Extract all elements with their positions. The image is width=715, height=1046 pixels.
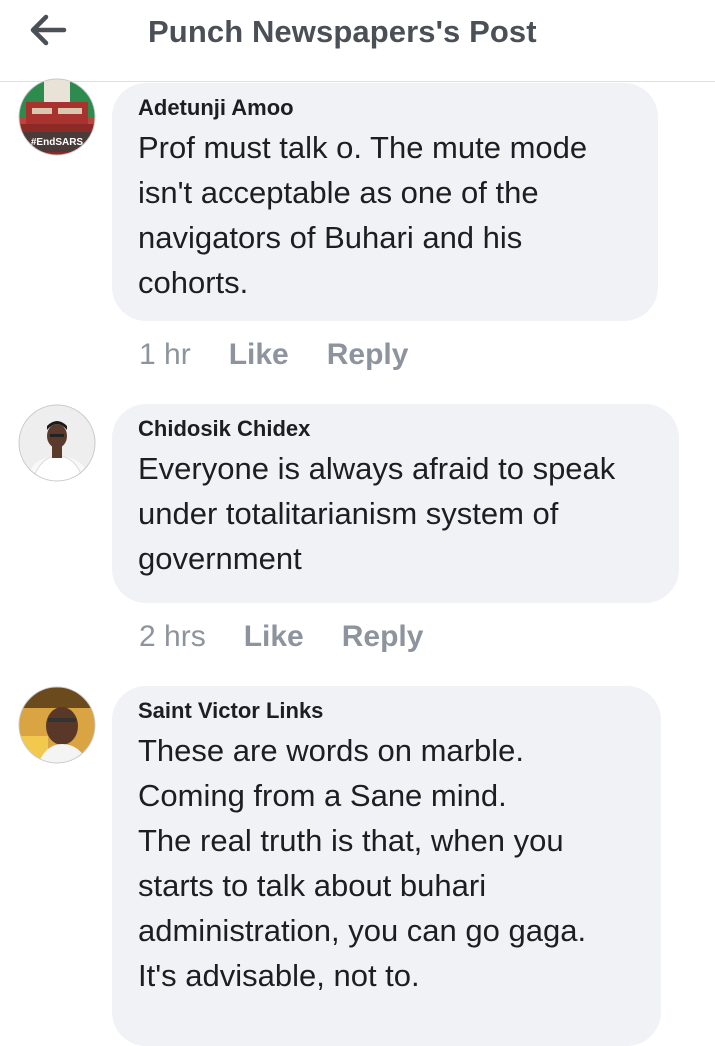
page-title: Punch Newspapers's Post xyxy=(148,14,537,49)
comment-bubble: Chidosik Chidex Everyone is always afrai… xyxy=(112,404,679,603)
back-button[interactable] xyxy=(22,8,74,52)
reply-button[interactable]: Reply xyxy=(327,338,409,372)
comment-actions: 2 hrs Like Reply xyxy=(139,620,461,654)
comment-text: These are words on marble. Coming from a… xyxy=(138,733,587,993)
like-button[interactable]: Like xyxy=(229,338,289,372)
avatar[interactable] xyxy=(18,404,96,482)
avatar[interactable] xyxy=(18,686,96,764)
profile-photo-avatar xyxy=(18,686,96,764)
comment-bubble: Saint Victor Links These are words on ma… xyxy=(112,686,661,1046)
comment-bubble: Adetunji Amoo Prof must talk o. The mute… xyxy=(112,83,658,321)
top-bar: Punch Newspapers's Post xyxy=(0,0,715,82)
like-button[interactable]: Like xyxy=(244,620,304,654)
comment-actions: 1 hr Like Reply xyxy=(139,338,446,372)
comment-author[interactable]: Chidosik Chidex xyxy=(138,416,653,442)
comment-author[interactable]: Saint Victor Links xyxy=(138,698,635,724)
comment-text: Everyone is always afraid to speak under… xyxy=(138,451,616,576)
avatar-badge: #EndSARS xyxy=(31,137,84,148)
comment-timestamp: 1 hr xyxy=(139,338,191,371)
arrow-left-icon xyxy=(30,14,67,46)
endsars-avatar-image: #EndSARS xyxy=(18,78,96,156)
comment-timestamp: 2 hrs xyxy=(139,620,206,653)
comment-text: Prof must talk o. The mute mode isn't ac… xyxy=(138,130,588,300)
avatar[interactable]: #EndSARS xyxy=(18,78,96,156)
comment-author[interactable]: Adetunji Amoo xyxy=(138,95,632,121)
reply-button[interactable]: Reply xyxy=(342,620,424,654)
profile-photo-avatar xyxy=(18,404,96,482)
